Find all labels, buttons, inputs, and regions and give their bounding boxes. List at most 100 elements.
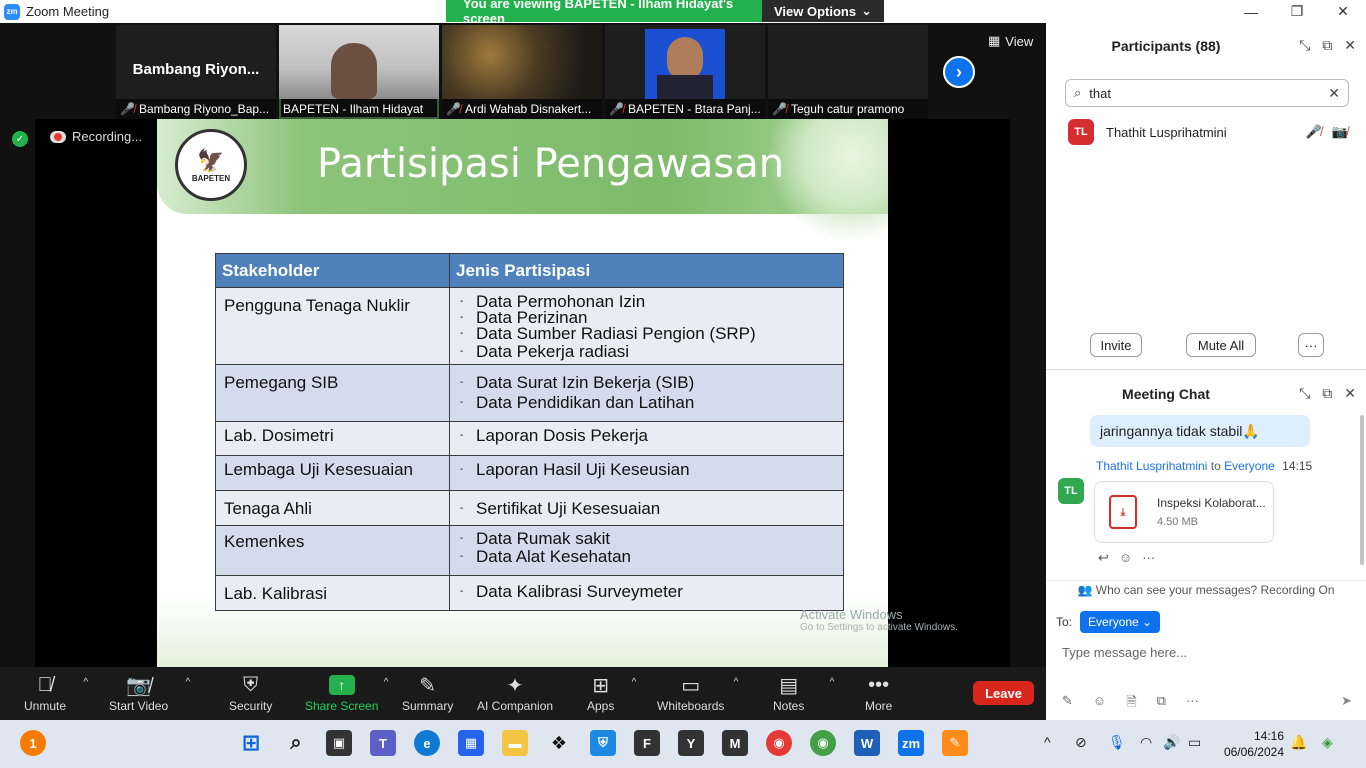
collapse-icon[interactable]: ⤡ xyxy=(1299,37,1310,54)
summary-icon: ✎ xyxy=(419,674,437,697)
chrome-profile-icon[interactable]: ◉ xyxy=(810,730,836,756)
emoji-icon[interactable]: ☺ xyxy=(1093,693,1106,715)
task-view-icon[interactable]: ▣ xyxy=(326,730,352,756)
whiteboards-button[interactable]: ▭ Whiteboards ^ xyxy=(657,671,738,714)
more-dots-icon[interactable]: ··· xyxy=(1186,693,1199,715)
restore-button[interactable]: ❐ xyxy=(1274,0,1320,23)
chevron-up-icon[interactable]: ^ xyxy=(1044,734,1051,750)
chrome-icon[interactable]: ◉ xyxy=(766,730,792,756)
store-icon[interactable]: ▦ xyxy=(458,730,484,756)
word-icon[interactable]: W xyxy=(854,730,880,756)
list-item: Sertifikat Uji Kesesuaian xyxy=(458,499,835,519)
more-options-button[interactable]: ··· xyxy=(1298,333,1324,357)
view-options-button[interactable]: View Options ⌄ xyxy=(762,0,884,22)
microphone-icon[interactable]: 🎙 xyxy=(1108,734,1126,751)
share-banner: You are viewing BAPETEN - Ilham Hidayat'… xyxy=(446,0,884,26)
participant-tile[interactable]: 🎤̸ Teguh catur pramono xyxy=(768,25,928,119)
participant-tile[interactable]: BAPETEN - Ilham Hidayat xyxy=(279,25,439,119)
network-off-icon[interactable]: ⊘ xyxy=(1075,734,1087,751)
send-icon[interactable]: ➤ xyxy=(1341,693,1352,709)
caret-up-icon[interactable]: ^ xyxy=(384,677,389,688)
wifi-icon[interactable]: ◠ xyxy=(1140,734,1152,751)
collapse-icon[interactable]: ⤡ xyxy=(1299,385,1310,402)
caret-up-icon[interactable]: ^ xyxy=(83,677,88,688)
view-button[interactable]: ▦ View xyxy=(988,33,1033,49)
caret-up-icon[interactable]: ^ xyxy=(185,677,190,688)
add-reaction-icon[interactable]: ☺ xyxy=(1119,550,1132,566)
app-m-icon[interactable]: M xyxy=(722,730,748,756)
muted-microphone-icon: 🎙̸ xyxy=(37,673,53,696)
notification-bell-icon[interactable]: 🔔 xyxy=(1290,734,1307,751)
reply-icon[interactable]: ↩ xyxy=(1098,550,1109,566)
ai-companion-button[interactable]: ✦ AI Companion xyxy=(477,671,553,714)
firefox-icon[interactable]: 1 xyxy=(20,730,46,756)
volume-icon[interactable]: 🔊 xyxy=(1163,734,1180,751)
more-dots-icon[interactable]: ··· xyxy=(1142,550,1155,566)
tile-name-bar: 🎤̸ Bambang Riyono_Bap... xyxy=(116,99,276,119)
message-visibility-notice[interactable]: 👥 Who can see your messages? Recording O… xyxy=(1046,580,1366,597)
apps-button[interactable]: ⊞ Apps ^ xyxy=(587,671,636,714)
invite-button[interactable]: Invite xyxy=(1090,333,1142,357)
file-icon[interactable]: 🗎 xyxy=(1126,693,1136,715)
chat-scrollbar[interactable] xyxy=(1360,415,1364,565)
participant-list-item[interactable]: TL Thathit Lusprihatmini 🎤̸ 📷̸ xyxy=(1068,119,1348,145)
copilot-icon[interactable]: ◈ xyxy=(1322,734,1333,751)
caret-up-icon[interactable]: ^ xyxy=(734,677,739,688)
battery-icon[interactable]: ▭ xyxy=(1188,734,1201,751)
system-clock[interactable]: 14:16 06/06/2024 xyxy=(1216,728,1284,760)
close-icon[interactable]: ✕ xyxy=(1344,37,1356,54)
teams-icon[interactable]: T xyxy=(370,730,396,756)
notes-button[interactable]: ▤ Notes ^ xyxy=(773,671,834,714)
close-icon[interactable]: ✕ xyxy=(1344,385,1356,402)
unmute-button[interactable]: 🎙̸ Unmute ^ xyxy=(24,671,88,714)
summary-label: Summary xyxy=(402,699,454,713)
format-icon[interactable]: ✎ xyxy=(1062,693,1073,715)
windows-start-icon[interactable]: ⊞ xyxy=(238,730,264,756)
participant-search-input[interactable]: ⌕ that ✕ xyxy=(1065,79,1349,107)
leave-button[interactable]: Leave xyxy=(973,681,1034,705)
file-explorer-icon[interactable]: ▬ xyxy=(502,730,528,756)
more-button[interactable]: ••• More xyxy=(865,671,892,714)
participation-cell: Data Surat Izin Bekerja (SIB) Data Pendi… xyxy=(449,364,844,422)
list-item: Data Rumak sakit xyxy=(458,530,835,549)
participant-tile[interactable]: 🎤̸ BAPETEN - Btara Panj... xyxy=(605,25,765,119)
watermark-title: Activate Windows xyxy=(800,607,903,622)
edge-icon[interactable]: e xyxy=(414,730,440,756)
next-page-arrow-icon[interactable]: › xyxy=(943,56,975,88)
encryption-shield-icon[interactable]: ✓ xyxy=(12,131,28,147)
screenshot-icon[interactable]: ⧉ xyxy=(1157,693,1166,715)
security-app-icon[interactable]: ⛨ xyxy=(590,730,616,756)
pdf-app-icon[interactable]: ✎ xyxy=(942,730,968,756)
summary-button[interactable]: ✎ Summary xyxy=(402,671,454,714)
participant-tile[interactable]: 🎤̸ Ardi Wahab Disnakert... xyxy=(442,25,602,119)
caret-up-icon[interactable]: ^ xyxy=(830,677,835,688)
mute-all-button[interactable]: Mute All xyxy=(1186,333,1256,357)
muted-mic-icon: 🎤̸ xyxy=(1305,124,1322,139)
recipient-select[interactable]: Everyone ⌄ xyxy=(1080,611,1161,633)
people-icon: 👥 xyxy=(1077,583,1093,597)
who-can-see-text: Who can see your messages? Recording On xyxy=(1095,583,1335,597)
security-label: Security xyxy=(229,699,273,713)
start-video-button[interactable]: 📷̸ Start Video ^ xyxy=(109,671,190,714)
minimize-button[interactable]: — xyxy=(1228,0,1274,23)
caret-up-icon[interactable]: ^ xyxy=(632,677,637,688)
chat-toolbar: ✎ ☺ 🗎 ⧉ ··· xyxy=(1062,693,1199,715)
list-item: Data Alat Kesehatan xyxy=(458,548,835,567)
share-screen-button[interactable]: ↑ Share Screen ^ xyxy=(305,671,388,713)
clear-search-icon[interactable]: ✕ xyxy=(1328,85,1340,102)
chat-message-input[interactable]: Type message here... xyxy=(1062,645,1187,660)
security-button[interactable]: ⛨ Security xyxy=(229,671,273,714)
sender-name[interactable]: Thathit Lusprihatmini xyxy=(1096,459,1207,473)
pop-out-icon[interactable]: ⧉ xyxy=(1322,37,1332,54)
file-attachment[interactable]: ⤓ Inspeksi Kolaborat... 4.50 MB xyxy=(1094,481,1274,543)
zoom-taskbar-icon[interactable]: zm xyxy=(898,730,924,756)
viewing-screen-message: You are viewing BAPETEN - Ilham Hidayat'… xyxy=(446,0,762,26)
participant-tile[interactable]: Bambang Riyon... 🎤̸ Bambang Riyono_Bap... xyxy=(116,25,276,119)
dropbox-icon[interactable]: ❖ xyxy=(546,730,572,756)
close-window-button[interactable]: ✕ xyxy=(1320,0,1366,23)
app-y-icon[interactable]: Y xyxy=(678,730,704,756)
search-icon[interactable]: ⌕ xyxy=(283,730,309,756)
stakeholder-cell: Lembaga Uji Kesesuaian xyxy=(215,455,450,491)
app-f-icon[interactable]: F xyxy=(634,730,660,756)
pop-out-icon[interactable]: ⧉ xyxy=(1322,385,1332,402)
